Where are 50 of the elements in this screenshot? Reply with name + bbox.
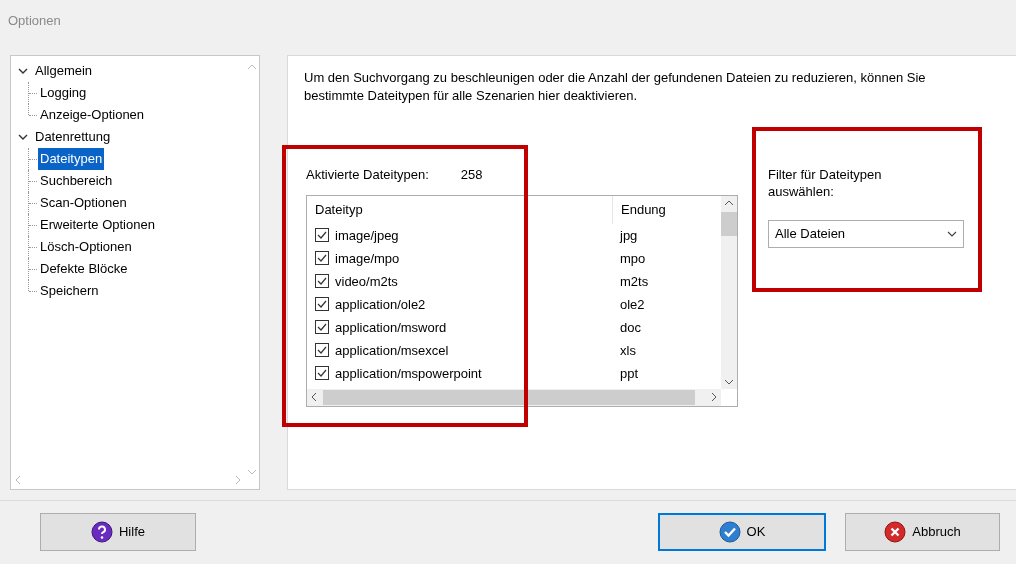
check-icon <box>718 521 741 543</box>
tree-item[interactable]: Lösch-Optionen <box>38 236 134 258</box>
checkbox[interactable] <box>315 228 329 242</box>
tree-item[interactable]: Datenrettung <box>33 126 113 148</box>
tree-item[interactable]: Dateitypen <box>38 148 105 170</box>
scrollbar[interactable] <box>307 388 721 406</box>
tree-item[interactable]: Scan-Optionen <box>38 192 129 214</box>
checkbox[interactable] <box>315 343 329 357</box>
table-cell-text: application/msword <box>335 318 447 337</box>
column-header[interactable]: Dateityp <box>307 195 612 224</box>
tree-item[interactable]: Anzeige-Optionen <box>38 104 147 126</box>
chevron-down-icon <box>947 231 957 237</box>
table-cell-text: application/ole2 <box>335 295 426 314</box>
cancel-button[interactable]: Abbruch <box>845 513 1000 551</box>
tree-item[interactable]: Allgemein <box>33 60 95 82</box>
table-cell-text: m2ts <box>619 272 650 291</box>
table-cell-text: application/msexcel <box>335 341 449 360</box>
checkbox[interactable] <box>315 366 329 380</box>
count-label: Aktivierte Dateitypen: <box>306 166 429 184</box>
scroll-thumb[interactable] <box>323 389 695 405</box>
table-cell-text: application/mspowerpoint <box>335 364 482 383</box>
table-cell-text: image/mpo <box>335 249 400 268</box>
filter-label: Filter für Dateitypen auswählen: <box>768 166 883 200</box>
table-cell-text: jpg <box>618 226 639 245</box>
checkbox[interactable] <box>315 320 329 334</box>
table-cell-text: doc <box>619 318 642 337</box>
checkbox[interactable] <box>315 274 329 288</box>
help-button[interactable]: Hilfe <box>40 513 196 551</box>
table-cell-text: image/jpeg <box>335 226 399 245</box>
table-cell-text: video/m2ts <box>335 272 398 291</box>
scrollbar[interactable] <box>721 195 737 389</box>
table-cell-text: ole2 <box>619 295 646 314</box>
help-icon <box>91 521 113 543</box>
tree-item[interactable]: Logging <box>38 82 89 104</box>
close-icon <box>884 521 907 543</box>
ok-button[interactable]: OK <box>658 513 826 551</box>
tree-item[interactable]: Erweiterte Optionen <box>38 214 157 236</box>
table-cell-text: xls <box>619 341 637 360</box>
window-title: Optionen <box>7 12 62 30</box>
checkbox[interactable] <box>315 297 329 311</box>
tree-item[interactable]: Suchbereich <box>38 170 115 192</box>
filter-dropdown[interactable]: Alle Dateien <box>768 220 964 248</box>
count-value: 258 <box>460 166 483 184</box>
tree-item[interactable]: Defekte Blöcke <box>38 258 130 280</box>
checkbox[interactable] <box>315 251 329 265</box>
table-cell-text: mpo <box>619 249 647 268</box>
tree-item[interactable]: Speichern <box>38 280 101 302</box>
description-text: Um den Suchvorgang zu beschleunigen oder die Anzahl der gefundenen Dateien zu reduzieren, können Sie bestimmte Dateitypen für alle Szenarien hier deaktivieren. <box>303 69 927 105</box>
table-cell-text: ppt <box>619 364 640 383</box>
scroll-thumb[interactable] <box>721 211 737 236</box>
